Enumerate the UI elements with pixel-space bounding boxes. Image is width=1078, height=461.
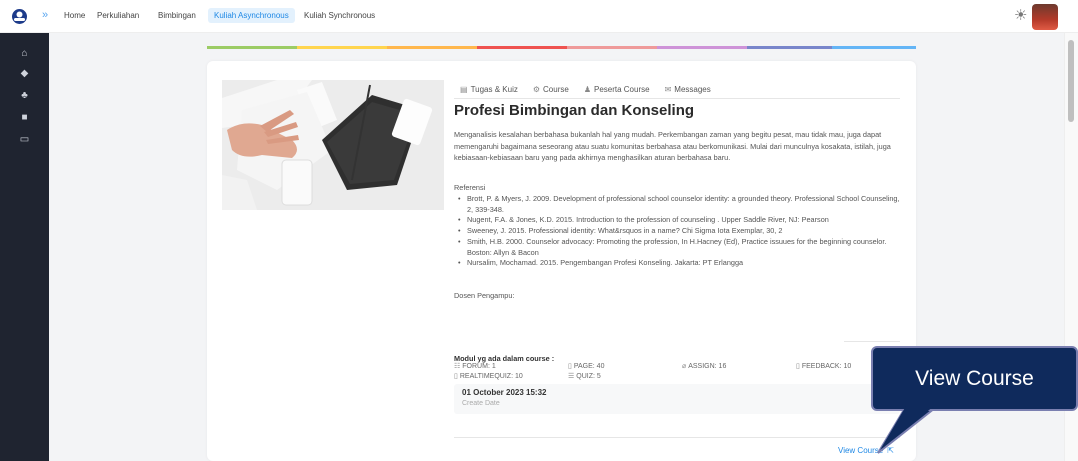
tabs-divider [454,98,900,99]
folder-icon[interactable]: ▭ [19,134,30,145]
course-tabs: ▤ Tugas & Kuiz ⚙ Course ♟ Peserta Course… [460,85,711,94]
view-course-label: View Course [838,446,884,455]
realtimequiz-icon: ▯ [454,373,458,380]
users-icon: ♟ [583,85,591,94]
quiz-stat: ☰ QUIZ: 5 [568,372,601,381]
reference-list: Brott, P. & Myers, J. 2009. Development … [458,194,906,269]
tab-peserta-course[interactable]: ♟ Peserta Course [584,85,650,94]
view-course-link[interactable]: View Course ⇱ [838,446,894,455]
realtimequiz-count: REALTIMEQUIZ: 10 [459,372,523,380]
tab-label: Messages [674,85,711,94]
divider [454,437,900,438]
book-icon[interactable]: ■ [19,112,30,123]
callout-text: View Course [915,366,1034,390]
forum-icon: ☷ [454,363,461,370]
home-icon[interactable]: ⌂ [19,48,30,59]
quiz-count: QUIZ: 5 [576,372,601,380]
course-image [222,80,444,210]
feedback-icon: ▯ [796,363,800,370]
page-icon: ▯ [568,363,572,370]
stripe-segment [657,46,747,49]
reference-label: Referensi [454,183,486,192]
stripe-segment [832,46,916,49]
sidebar: ⌂ ◆ ♣ ■ ▭ [0,33,49,461]
list-item: Sweeney, J. 2015. Professional identity:… [458,226,906,237]
expand-sidebar-icon[interactable]: » [42,9,48,21]
users-icon[interactable]: ♣ [19,90,30,101]
forum-stat: ☷ FORUM: 1 [454,362,496,371]
external-link-icon: ⇱ [887,446,894,455]
tab-label: Tugas & Kuiz [470,85,518,94]
realtimequiz-stat: ▯ REALTIMEQUIZ: 10 [454,372,523,381]
tab-label: Course [543,85,569,94]
nav-kuliah-asynchronous[interactable]: Kuliah Asynchronous [208,8,295,23]
user-avatar[interactable] [1032,4,1058,30]
assign-stat: ⌀ ASSIGN: 16 [682,362,727,371]
course-title: Profesi Bimbingan dan Konseling [454,102,695,119]
paperclip-icon: ⌀ [682,363,687,370]
list-item: Nugent, F.A. & Jones, K.D. 2015. Introdu… [458,215,906,226]
tab-tugas-kuiz[interactable]: ▤ Tugas & Kuiz [460,85,518,94]
scrollbar-thumb[interactable] [1068,40,1074,122]
theme-toggle-icon[interactable]: ☀ [1014,6,1027,24]
stripe-segment [747,46,832,49]
divider [844,341,900,342]
dosen-label: Dosen Pengampu: [454,291,515,300]
stripe-segment [477,46,567,49]
tab-messages[interactable]: ✉ Messages [665,85,711,94]
quiz-icon: ☰ [568,373,575,380]
create-date: 01 October 2023 15:32 [462,388,547,397]
forum-count: FORUM: 1 [462,362,496,370]
nav-kuliah-synchronous[interactable]: Kuliah Synchronous [304,11,375,20]
stripe-segment [207,46,297,49]
list-item: Nursalim, Mochamad. 2015. Pengembangan P… [458,258,906,269]
list-item: Brott, P. & Myers, J. 2009. Development … [458,194,906,215]
list-icon: ▤ [460,85,468,94]
stripe-segment [387,46,477,49]
mail-icon: ✉ [664,85,672,94]
app-logo-icon[interactable] [11,8,28,25]
create-date-label: Create Date [462,400,500,407]
nav-perkuliahan[interactable]: Perkuliahan [97,11,139,20]
course-description: Menganalisis kesalahan berbahasa bukanla… [454,130,891,162]
list-item: Smith, H.B. 2000. Counselor advocacy: Pr… [458,237,906,258]
gear-icon: ⚙ [532,85,541,94]
stripe-segment [567,46,657,49]
feedback-count: FEEDBACK: 10 [801,362,852,370]
tab-label: Peserta Course [593,85,650,94]
stripe-segment [297,46,387,49]
top-navbar: » Home Perkuliahan Bimbingan Kuliah Asyn… [0,0,1078,33]
nav-home[interactable]: Home [64,11,85,20]
assign-count: ASSIGN: 16 [688,362,727,370]
page-stat: ▯ PAGE: 40 [568,362,605,371]
tab-course[interactable]: ⚙ Course [533,85,569,94]
page-count: PAGE: 40 [573,362,605,370]
feedback-stat: ▯ FEEDBACK: 10 [796,362,852,371]
nav-bimbingan[interactable]: Bimbingan [158,11,196,20]
graduation-cap-icon[interactable]: ◆ [19,68,30,79]
